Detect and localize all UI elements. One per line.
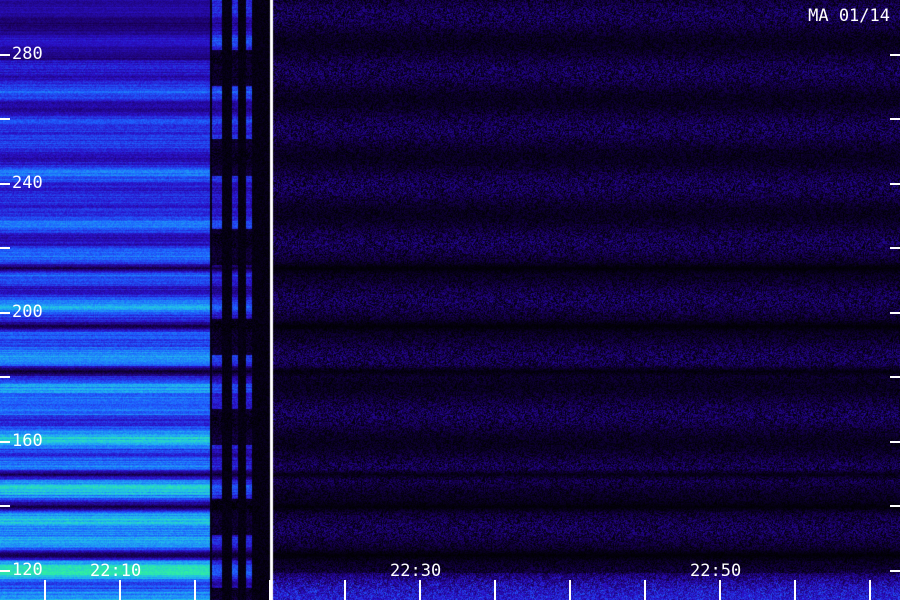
axis-overlay: MA 01/14 120 160 200 240 280 22:10 22:30 22:50 <box>0 0 900 600</box>
y-tick-label: 200 <box>12 302 43 322</box>
y-tick-label: 120 <box>12 560 43 580</box>
x-tick-label: 22:50 <box>690 561 742 581</box>
x-tick-label: 22:30 <box>390 561 442 581</box>
y-tick-label: 240 <box>12 173 43 193</box>
axis-ticks <box>0 54 900 600</box>
y-tick-label: 160 <box>12 431 43 451</box>
y-tick-label: 280 <box>12 44 43 64</box>
x-tick-label: 22:10 <box>90 561 142 581</box>
